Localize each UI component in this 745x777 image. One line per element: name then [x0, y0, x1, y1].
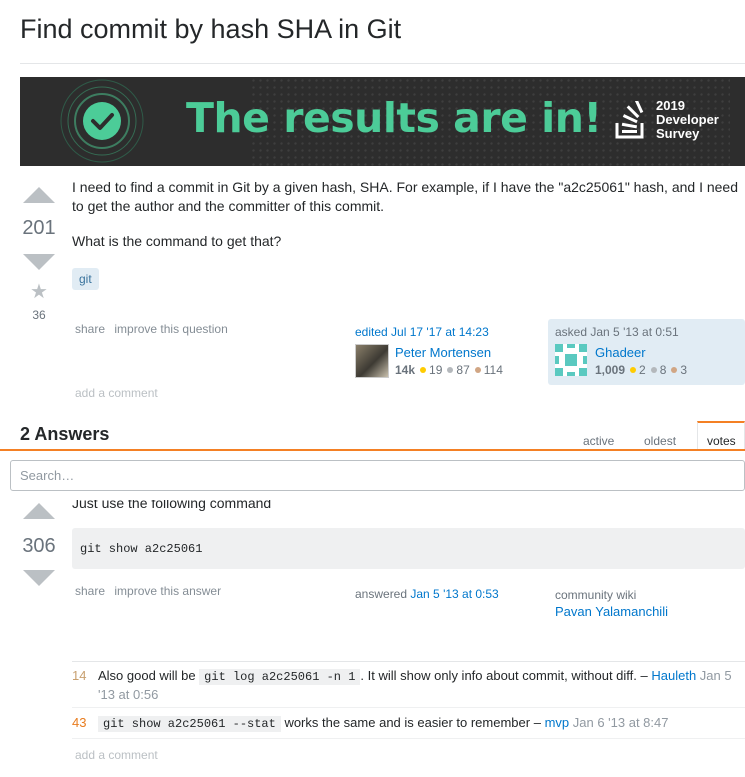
comment-score: 14: [72, 668, 87, 683]
asker-reputation: 1,009 2 8 3: [595, 363, 687, 377]
survey-label: 2019 Developer Survey: [656, 99, 719, 141]
survey-year: 2019: [656, 98, 685, 113]
community-wiki-card: community wiki Pavan Yalamanchili: [555, 588, 668, 619]
comment-user-link[interactable]: mvp: [545, 715, 570, 730]
gold-badge-icon: [630, 367, 637, 374]
answered-info: answered Jan 5 '13 at 0:53: [355, 587, 499, 601]
share-link[interactable]: share: [75, 584, 105, 598]
comments-divider: [72, 661, 745, 662]
asker-name[interactable]: Ghadeer: [595, 345, 687, 360]
editor-bronze: 114: [483, 363, 503, 377]
edited-time: edited Jul 17 '17 at 14:23: [355, 325, 540, 339]
tab-active[interactable]: active: [583, 434, 614, 448]
answered-timestamp[interactable]: Jan 5 '13 at 0:53: [410, 587, 498, 601]
editor-silver: 87: [456, 363, 470, 377]
answer-add-comment-link[interactable]: add a comment: [75, 748, 158, 762]
answer-vote-column: 306: [19, 503, 59, 586]
comment-code: git log a2c25061 -n 1: [199, 669, 361, 685]
comment-item: 43 git show a2c25061 --stat works the sa…: [72, 714, 745, 734]
edited-timestamp[interactable]: Jul 17 '17 at 14:23: [391, 325, 489, 339]
asked-time: asked Jan 5 '13 at 0:51: [555, 325, 738, 339]
improve-answer-link[interactable]: improve this answer: [114, 584, 221, 598]
bronze-badge-icon: [671, 367, 678, 374]
comment-user-link[interactable]: Hauleth: [651, 668, 696, 683]
stackoverflow-logo-icon: [615, 101, 644, 139]
asker-bronze: 3: [680, 363, 688, 377]
favorite-star-icon[interactable]: ★: [19, 282, 59, 302]
gold-badge-icon: [420, 367, 427, 374]
comment-separator: [72, 707, 745, 708]
downvote-arrow-icon[interactable]: [23, 570, 55, 586]
asker-avatar[interactable]: [555, 344, 587, 376]
editor-rep: 14k: [395, 363, 416, 377]
tab-oldest[interactable]: oldest: [644, 434, 676, 448]
question-body-paragraph: I need to find a commit in Git by a give…: [72, 179, 738, 214]
question-body-paragraph-2: What is the command to get that?: [72, 233, 282, 249]
question-vote-count: 201: [22, 217, 56, 239]
tab-votes[interactable]: votes: [707, 434, 736, 448]
bronze-badge-icon: [474, 367, 481, 374]
asker-rep: 1,009: [595, 363, 626, 377]
search-input[interactable]: Search…: [10, 460, 745, 491]
upvote-arrow-icon[interactable]: [23, 187, 55, 203]
editor-card: edited Jul 17 '17 at 14:23 Peter Mortens…: [355, 325, 540, 378]
answer-post-menu: share improve this answer: [75, 584, 227, 598]
asked-label: asked: [555, 325, 588, 339]
answers-count-header: 2 Answers: [20, 424, 110, 444]
edited-label[interactable]: edited: [355, 325, 388, 339]
comment-text: Also good will be: [98, 668, 200, 683]
share-link[interactable]: share: [75, 322, 105, 336]
asker-card: asked Jan 5 '13 at 0:51 Ghadeer 1,009 2 8 3: [548, 319, 745, 385]
editor-name[interactable]: Peter Mortensen: [395, 345, 503, 360]
survey-word-developer: Developer: [656, 112, 719, 127]
question-post-menu: share improve this question: [75, 322, 234, 336]
survey-word-survey: Survey: [656, 126, 700, 141]
downvote-arrow-icon[interactable]: [23, 254, 55, 270]
silver-badge-icon: [650, 367, 657, 374]
upvote-arrow-icon[interactable]: [23, 503, 55, 519]
comment-text: works the same and is easier to remember…: [280, 715, 545, 730]
banner-headline: The results are in!: [186, 94, 602, 142]
checkmark-icon: [60, 79, 144, 163]
tag-git[interactable]: git: [72, 268, 99, 290]
asker-gold: 2: [639, 363, 646, 377]
wiki-user-name[interactable]: Pavan Yalamanchili: [555, 604, 668, 619]
question-vote-column: 201 ★ 36: [19, 187, 59, 322]
answered-label: answered: [355, 587, 408, 601]
title-divider: [20, 63, 745, 64]
answer-body-text: Just use the following command: [72, 495, 272, 511]
survey-banner[interactable]: The results are in! 2019 Developer Surve…: [20, 77, 745, 166]
comment-separator: [72, 738, 745, 739]
question-add-comment-link[interactable]: add a comment: [75, 386, 158, 400]
silver-badge-icon: [447, 367, 454, 374]
comment-score: 43: [72, 715, 87, 730]
comment-body: Also good will be git log a2c25061 -n 1.…: [98, 667, 743, 703]
asked-timestamp[interactable]: Jan 5 '13 at 0:51: [590, 325, 678, 339]
favorite-count: 36: [32, 308, 46, 322]
editor-reputation: 14k 19 87 114: [395, 363, 503, 377]
editor-gold: 19: [429, 363, 443, 377]
answer-code-block: git show a2c25061: [72, 528, 745, 569]
comment-item: 14 Also good will be git log a2c25061 -n…: [72, 667, 745, 703]
sticky-header-accent-line: [0, 449, 745, 451]
comment-timestamp[interactable]: Jan 6 '13 at 8:47: [573, 715, 669, 730]
comment-text-2: . It will show only info about commit, w…: [360, 668, 652, 683]
improve-question-link[interactable]: improve this question: [114, 322, 227, 336]
editor-avatar[interactable]: [355, 344, 389, 378]
community-wiki-label[interactable]: community wiki: [555, 588, 668, 602]
page-title: Find commit by hash SHA in Git: [20, 14, 402, 44]
asker-silver: 8: [659, 363, 667, 377]
comment-code: git show a2c25061 --stat: [98, 716, 281, 732]
answer-vote-count: 306: [22, 535, 56, 557]
comment-body: git show a2c25061 --stat works the same …: [98, 714, 743, 733]
